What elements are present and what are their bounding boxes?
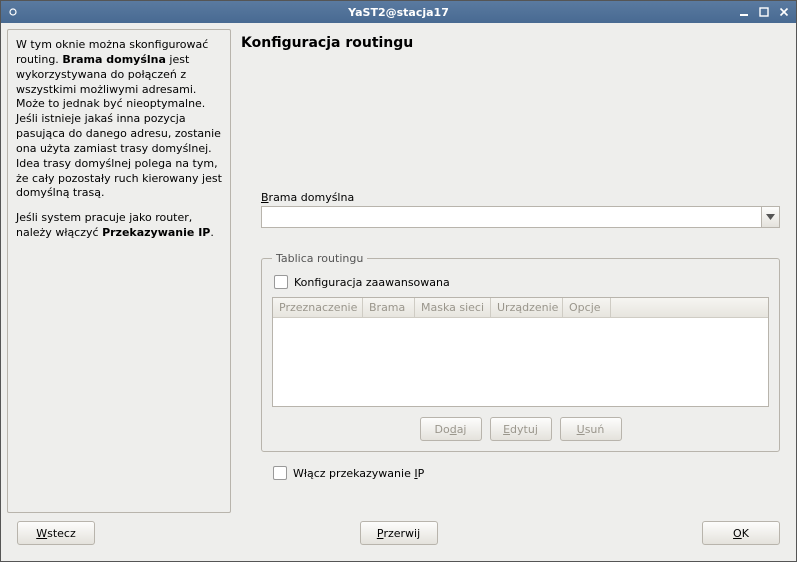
delete-button: Usuń xyxy=(560,417,622,441)
abort-button[interactable]: Przerwij xyxy=(360,521,438,545)
routing-buttons: Dodaj Edytuj Usuń xyxy=(272,417,769,441)
content-area: W tym oknie można skonfigurować routing.… xyxy=(7,29,790,513)
col-gateway[interactable]: Brama xyxy=(363,298,415,317)
add-button: Dodaj xyxy=(420,417,482,441)
page-title: Konfiguracja routingu xyxy=(241,35,786,51)
routing-table-header: Przeznaczenie Brama Maska sieci Urządzen… xyxy=(273,298,768,318)
col-destination[interactable]: Przeznaczenie xyxy=(273,298,363,317)
window-body: W tym oknie można skonfigurować routing.… xyxy=(1,23,796,561)
default-gateway-input[interactable] xyxy=(262,207,761,227)
routing-table[interactable]: Przeznaczenie Brama Maska sieci Urządzen… xyxy=(272,297,769,407)
minimize-icon[interactable] xyxy=(736,4,752,20)
default-gateway-label: Brama domyślna xyxy=(261,191,780,204)
help-pane: W tym oknie można skonfigurować routing.… xyxy=(7,29,231,513)
ok-button[interactable]: OK xyxy=(702,521,780,545)
advanced-config-checkbox[interactable] xyxy=(274,275,288,289)
help-text-bold: Brama domyślna xyxy=(62,53,166,66)
ip-forwarding-row: Włącz przekazywanie IP xyxy=(273,466,786,480)
help-text-bold: Przekazywanie IP xyxy=(102,226,210,239)
ip-forwarding-checkbox[interactable] xyxy=(273,466,287,480)
window: YaST2@stacja17 W tym oknie można skonfig… xyxy=(0,0,797,562)
ip-forwarding-label: Włącz przekazywanie IP xyxy=(293,467,424,480)
routing-table-body xyxy=(273,318,768,406)
titlebar: YaST2@stacja17 xyxy=(1,1,796,23)
edit-button: Edytuj xyxy=(490,417,552,441)
help-text: jest wykorzystywana do połączeń z wszyst… xyxy=(16,53,222,200)
help-paragraph: Jeśli system pracuje jako router, należy… xyxy=(16,211,222,241)
routing-table-group: Tablica routingu Konfiguracja zaawansowa… xyxy=(261,252,780,452)
window-menu-icon[interactable] xyxy=(5,4,21,20)
advanced-config-row: Konfiguracja zaawansowana xyxy=(274,275,769,289)
col-device[interactable]: Urządzenie xyxy=(491,298,563,317)
routing-table-legend: Tablica routingu xyxy=(272,252,367,265)
main-pane: Konfiguracja routingu Brama domyślna Tab… xyxy=(237,29,790,513)
help-text: . xyxy=(210,226,214,239)
col-spacer xyxy=(611,298,768,317)
window-title: YaST2@stacja17 xyxy=(348,6,449,19)
chevron-down-icon[interactable] xyxy=(761,207,779,227)
col-options[interactable]: Opcje xyxy=(563,298,611,317)
default-gateway-combo[interactable] xyxy=(261,206,780,228)
close-icon[interactable] xyxy=(776,4,792,20)
footer: Wstecz Przerwij OK xyxy=(7,513,790,555)
col-netmask[interactable]: Maska sieci xyxy=(415,298,491,317)
back-button[interactable]: Wstecz xyxy=(17,521,95,545)
advanced-config-label: Konfiguracja zaawansowana xyxy=(294,276,450,289)
maximize-icon[interactable] xyxy=(756,4,772,20)
help-paragraph: W tym oknie można skonfigurować routing.… xyxy=(16,38,222,201)
default-gateway-field: Brama domyślna xyxy=(261,191,780,228)
